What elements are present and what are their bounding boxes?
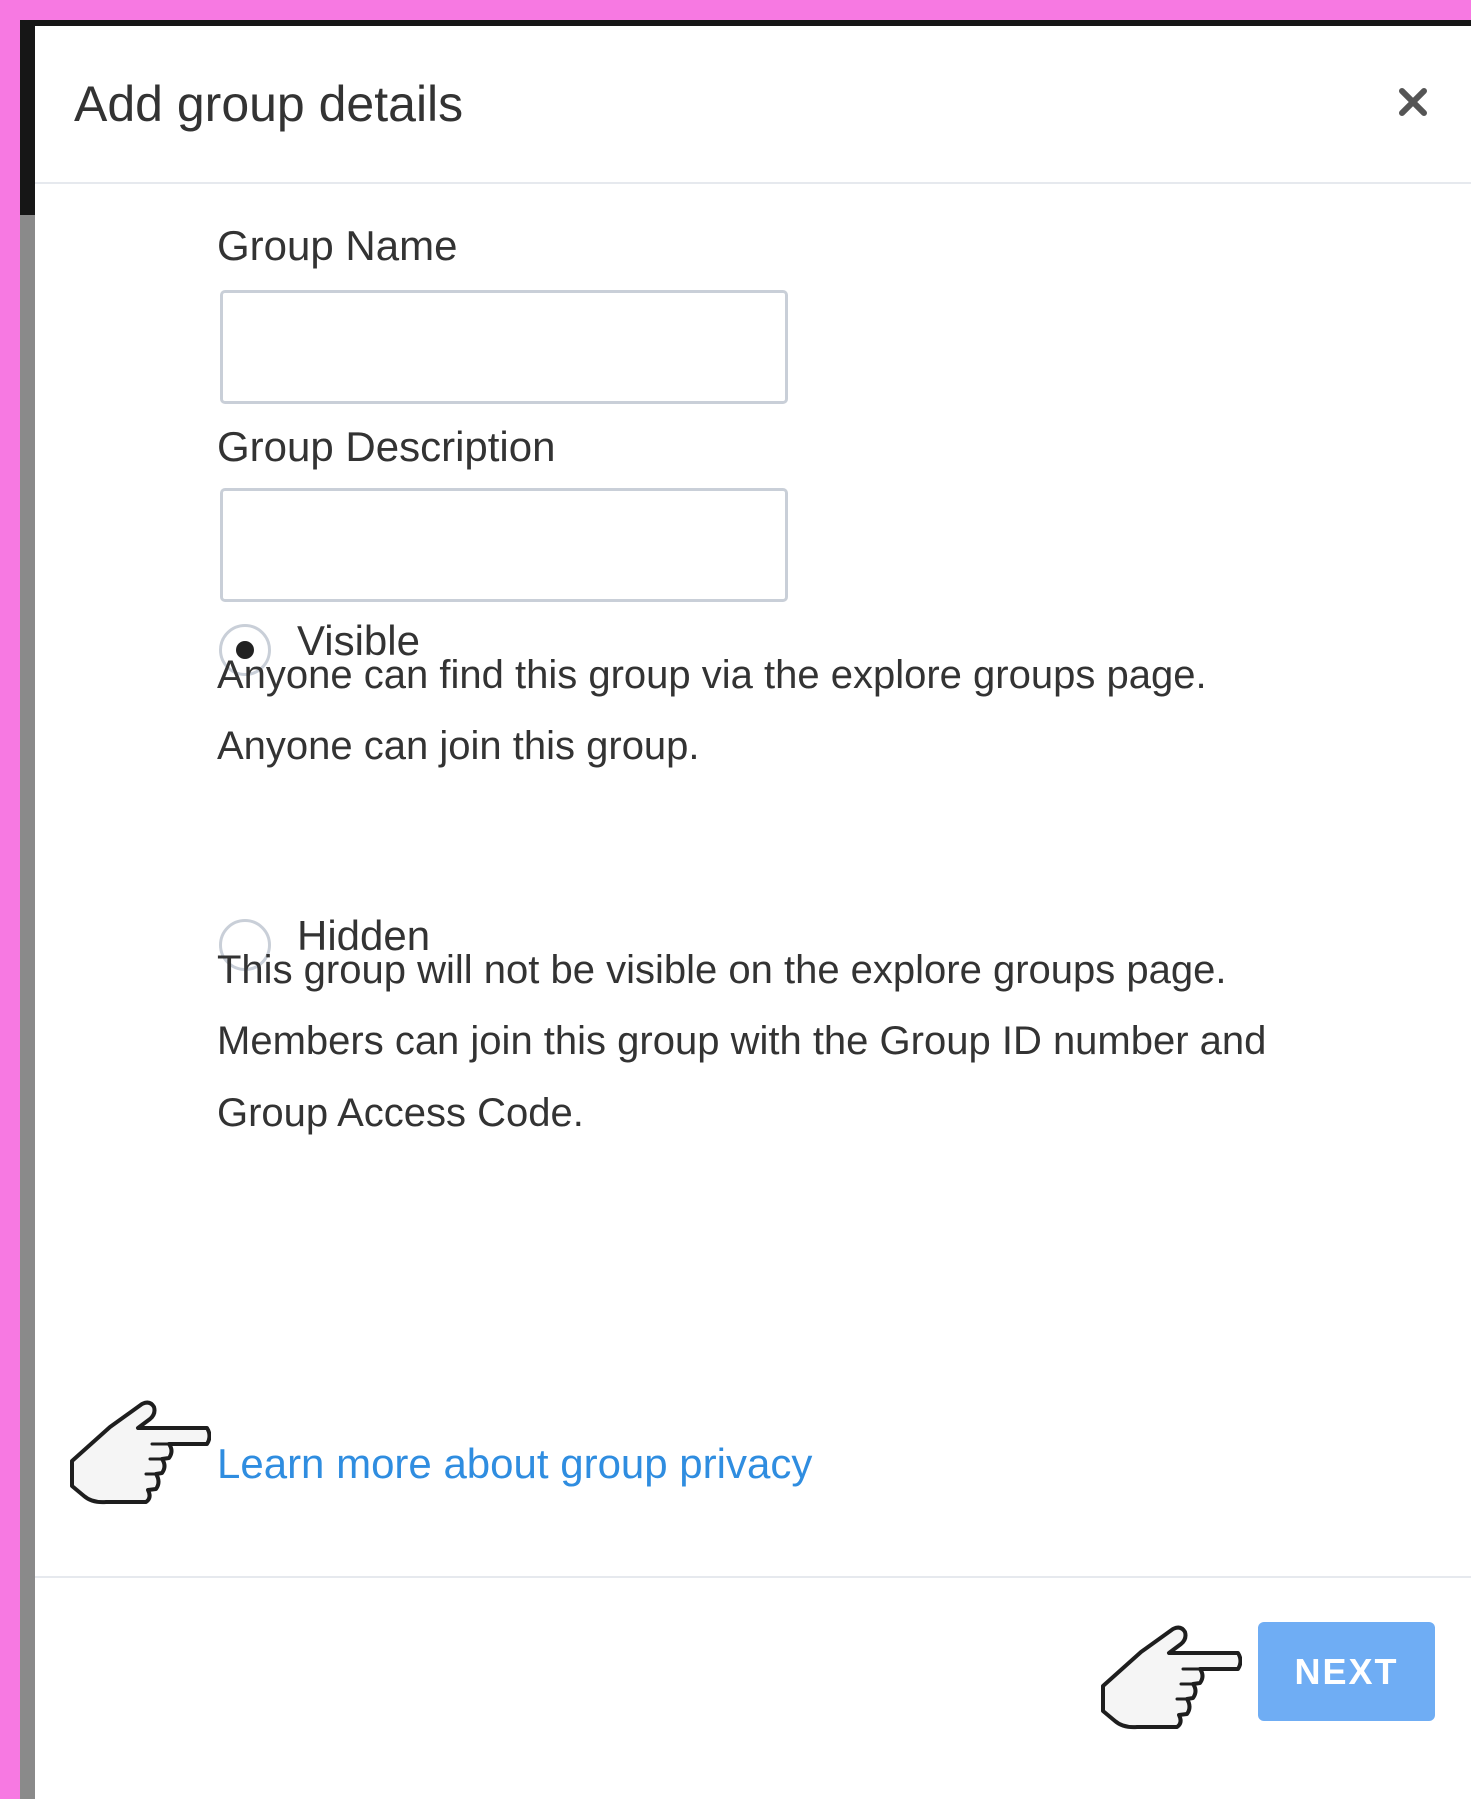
modal-title: Add group details [74, 76, 464, 132]
hidden-description-line-2: Members can join this group with the Gro… [217, 1019, 1267, 1063]
modal-header: Add group details [35, 26, 1471, 184]
pointing-hand-icon [70, 1400, 211, 1505]
visible-description-line-1: Anyone can find this group via the explo… [217, 653, 1207, 697]
group-name-label: Group Name [217, 222, 458, 269]
hidden-description-line-1: This group will not be visible on the ex… [217, 948, 1227, 992]
group-name-input[interactable] [220, 290, 788, 404]
modal-footer-divider [35, 1576, 1471, 1578]
close-icon[interactable] [1393, 82, 1433, 122]
add-group-details-modal: Add group details Group Name Group Descr… [35, 26, 1471, 1799]
group-description-label: Group Description [217, 423, 556, 470]
visible-description-line-2: Anyone can join this group. [217, 724, 700, 768]
next-button[interactable]: NEXT [1258, 1622, 1435, 1721]
hidden-description-line-3: Group Access Code. [217, 1091, 584, 1135]
learn-more-group-privacy-link[interactable]: Learn more about group privacy [217, 1439, 812, 1489]
pointing-hand-icon [1101, 1625, 1242, 1730]
group-description-input[interactable] [220, 488, 788, 602]
